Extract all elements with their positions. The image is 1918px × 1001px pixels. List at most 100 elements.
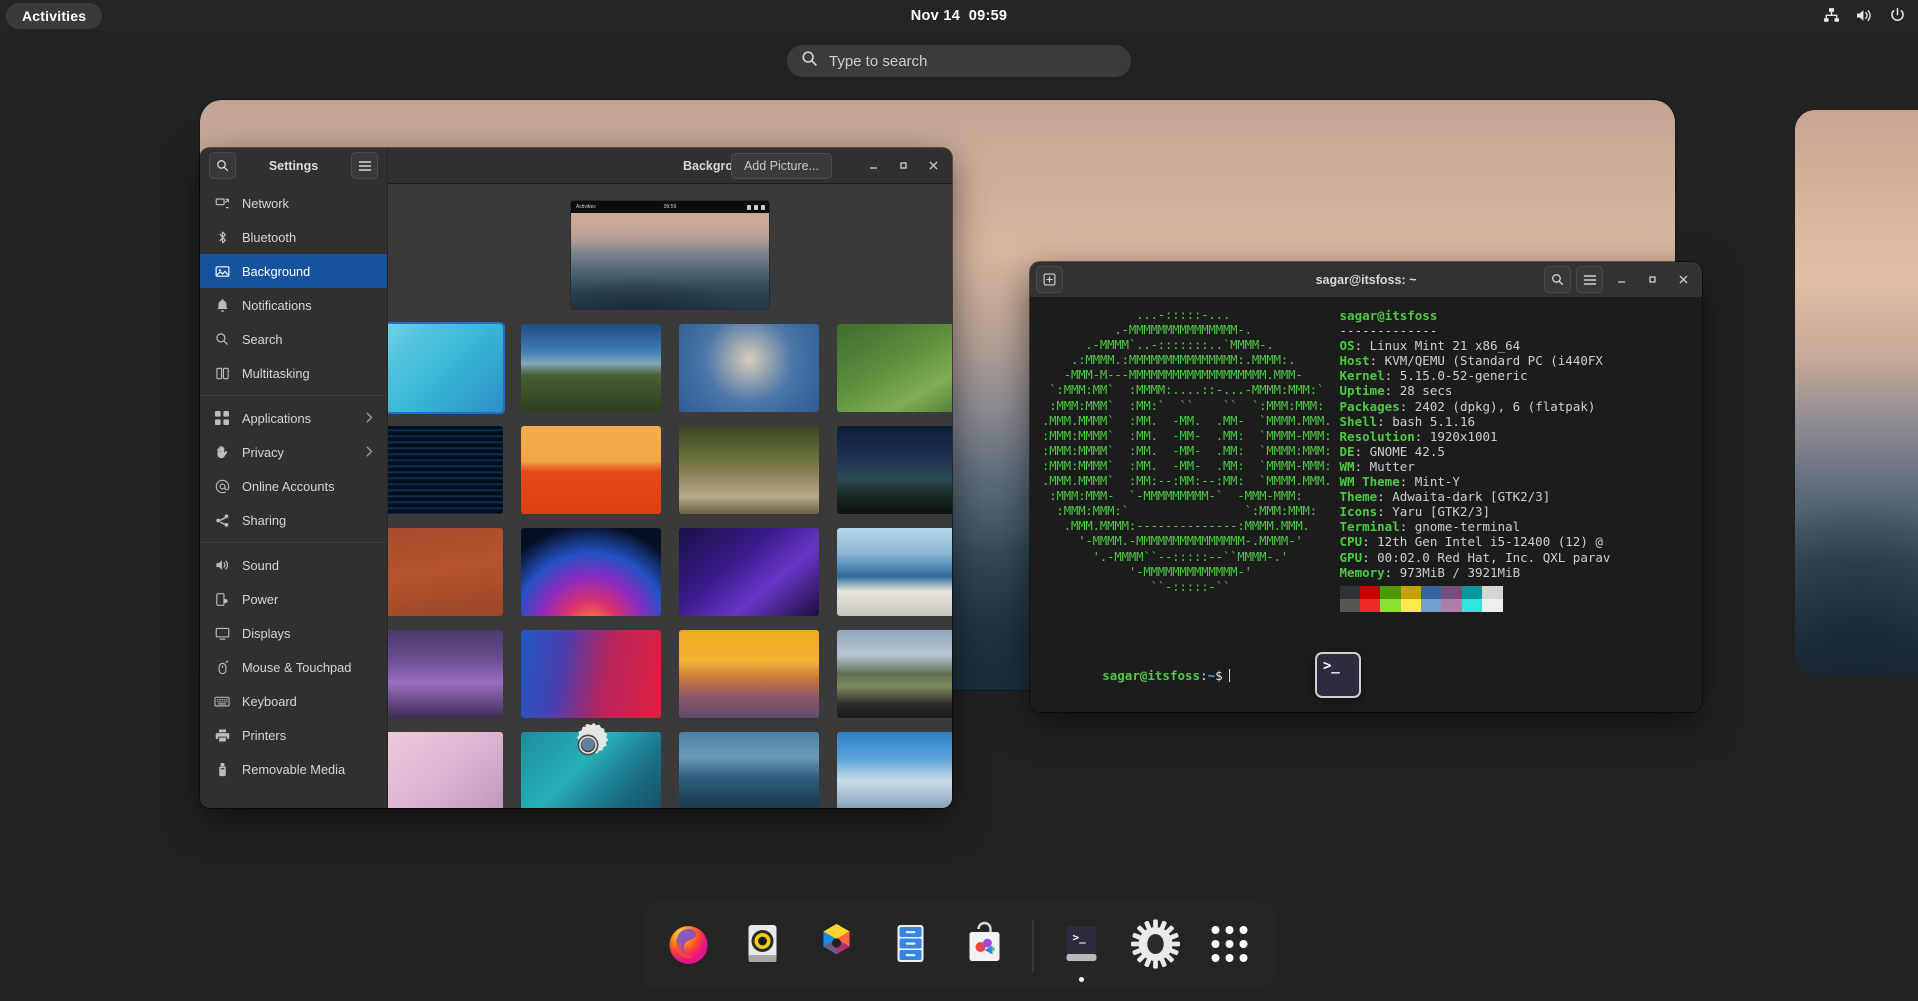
settings-sidebar[interactable]: NetworkBluetoothBackgroundNotificationsS… — [200, 184, 388, 808]
wallpaper-thumbnail-terracotta-court[interactable] — [388, 528, 503, 616]
wallpaper-thumbnail-milky-way-field[interactable] — [837, 426, 952, 514]
terminal-menu-button[interactable] — [1576, 266, 1603, 293]
bluetooth-icon — [214, 230, 230, 245]
sidebar-item-label: Background — [242, 264, 310, 279]
wallpaper-thumbnail-pink-silk[interactable] — [388, 732, 503, 808]
dock-item-rhythmbox[interactable] — [733, 916, 793, 976]
app-grid-icon — [1207, 921, 1253, 972]
wallpaper-grid[interactable] — [388, 324, 952, 808]
sidebar-item-label: Multitasking — [242, 366, 310, 381]
dock-item-files[interactable] — [881, 916, 941, 976]
settings-close-button[interactable] — [920, 153, 946, 179]
wallpaper-thumbnail-forest-road-aerial[interactable] — [837, 324, 952, 412]
settings-window[interactable]: Settings Background Add Picture... — [200, 148, 952, 808]
terminal-window-icon[interactable]: >_ — [1315, 652, 1361, 698]
wallpaper-thumbnail-purple-wave[interactable] — [679, 528, 819, 616]
wallpaper-thumbnail-mountain-highway[interactable] — [837, 630, 952, 718]
search-input[interactable]: Type to search — [787, 45, 1131, 77]
settings-menu-button[interactable] — [351, 152, 378, 179]
sidebar-item-label: Displays — [242, 626, 290, 641]
palette-swatch — [1340, 586, 1360, 599]
sidebar-item-background[interactable]: Background — [200, 254, 387, 288]
terminal-titlebar[interactable]: sagar@itsfoss: ~ — [1030, 262, 1702, 298]
apps-grid-icon — [214, 411, 230, 425]
settings-minimize-button[interactable] — [860, 153, 886, 179]
terminal-minimize-button[interactable] — [1608, 267, 1634, 293]
rhythmbox-icon — [738, 919, 788, 974]
palette-swatch — [1380, 599, 1400, 612]
prompt-colon: : — [1200, 668, 1208, 683]
wallpaper-thumbnail-blue-clouds[interactable] — [837, 732, 952, 808]
terminal-close-button[interactable] — [1670, 267, 1696, 293]
terminal-maximize-button[interactable] — [1639, 267, 1665, 293]
palette-row-1 — [1340, 586, 1503, 599]
wallpaper-thumbnail-coastal-hills[interactable] — [521, 324, 661, 412]
settings-window-controls — [860, 153, 946, 179]
software-icon — [960, 919, 1010, 974]
dock-item-firefox[interactable] — [659, 916, 719, 976]
sidebar-item-network[interactable]: Network — [200, 186, 387, 220]
dock-item-terminal[interactable]: >_ — [1052, 916, 1112, 976]
dock-item-software[interactable] — [955, 916, 1015, 976]
sidebar-item-displays[interactable]: Displays — [200, 616, 387, 650]
sidebar-item-bluetooth[interactable]: Bluetooth — [200, 220, 387, 254]
sidebar-item-applications[interactable]: Applications — [200, 401, 387, 435]
sidebar-item-sound[interactable]: Sound — [200, 548, 387, 582]
wallpaper-thumbnail-fluid-planet[interactable] — [521, 528, 661, 616]
dock-item-settings[interactable] — [1126, 916, 1186, 976]
battery-icon — [214, 592, 230, 607]
sidebar-item-online-accounts[interactable]: Online Accounts — [200, 469, 387, 503]
keyboard-icon — [214, 695, 230, 708]
palette-swatch — [1360, 586, 1380, 599]
printer-icon — [214, 728, 230, 743]
palette-swatch — [1360, 599, 1380, 612]
dock-item-app-grid[interactable] — [1200, 916, 1260, 976]
dock-item-photos[interactable] — [807, 916, 867, 976]
sidebar-item-multitasking[interactable]: Multitasking — [200, 356, 387, 390]
wallpaper-thumbnail-autumn-path[interactable] — [679, 426, 819, 514]
wallpaper-thumbnail-supertree-grove[interactable] — [388, 630, 503, 718]
preview-topbar: Activities 09:59 — [571, 201, 769, 213]
wallpaper-thumbnail-palm-sunset[interactable] — [679, 630, 819, 718]
network-wired-icon[interactable] — [1823, 7, 1840, 24]
wallpaper-thumbnail-dark-blue-lines[interactable] — [388, 426, 503, 514]
terminal-output-area[interactable]: ...-:::::-... .-MMMMMMMMMMMMMMM-. .-MMMM… — [1030, 298, 1702, 712]
volume-icon[interactable] — [1855, 7, 1874, 24]
settings-maximize-button[interactable] — [890, 153, 916, 179]
sidebar-item-notifications[interactable]: Notifications — [200, 288, 387, 322]
prompt-path: ~ — [1208, 668, 1216, 683]
add-picture-button[interactable]: Add Picture... — [731, 153, 832, 179]
background-icon — [214, 264, 230, 279]
wallpaper-thumbnail-orange-dune[interactable] — [521, 426, 661, 514]
wallpaper-thumbnail-red-blue-fibers[interactable] — [521, 630, 661, 718]
new-tab-icon[interactable] — [1036, 266, 1063, 293]
wallpaper-thumbnail-glass-sphere[interactable] — [679, 324, 819, 412]
clock[interactable]: Nov 14 09:59 — [911, 8, 1008, 24]
palette-swatch — [1421, 599, 1441, 612]
sidebar-item-sharing[interactable]: Sharing — [200, 503, 387, 537]
wallpaper-thumbnail-white-terrace-sea[interactable] — [837, 528, 952, 616]
sidebar-item-removable-media[interactable]: Removable Media — [200, 752, 387, 786]
sidebar-item-label: Sharing — [242, 513, 286, 528]
sidebar-item-keyboard[interactable]: Keyboard — [200, 684, 387, 718]
usb-icon — [214, 762, 230, 777]
shell-prompt[interactable]: sagar@itsfoss:~$ — [1042, 653, 1230, 698]
sidebar-item-privacy[interactable]: Privacy — [200, 435, 387, 469]
sidebar-item-power[interactable]: Power — [200, 582, 387, 616]
sidebar-item-search[interactable]: Search — [200, 322, 387, 356]
activities-button[interactable]: Activities — [6, 3, 102, 29]
terminal-window[interactable]: sagar@itsfoss: ~ — [1030, 262, 1702, 712]
neofetch-info: sagar@itsfoss ------------- OS: Linux Mi… — [1340, 308, 1611, 612]
system-status-area[interactable] — [1823, 7, 1906, 24]
power-icon[interactable] — [1889, 7, 1906, 24]
sidebar-item-mouse-touchpad[interactable]: Mouse & Touchpad — [200, 650, 387, 684]
sidebar-item-label: Printers — [242, 728, 286, 743]
workspace-thumbnail-next[interactable] — [1795, 110, 1918, 675]
wallpaper-thumbnail-cyan-geometric[interactable] — [388, 324, 503, 412]
settings-titlebar[interactable]: Settings Background Add Picture... — [200, 148, 952, 184]
wallpaper-thumbnail-blue-lake[interactable] — [679, 732, 819, 808]
settings-search-button[interactable] — [209, 152, 236, 179]
sidebar-item-printers[interactable]: Printers — [200, 718, 387, 752]
preview-status-icons — [747, 205, 765, 210]
terminal-search-button[interactable] — [1544, 266, 1571, 293]
